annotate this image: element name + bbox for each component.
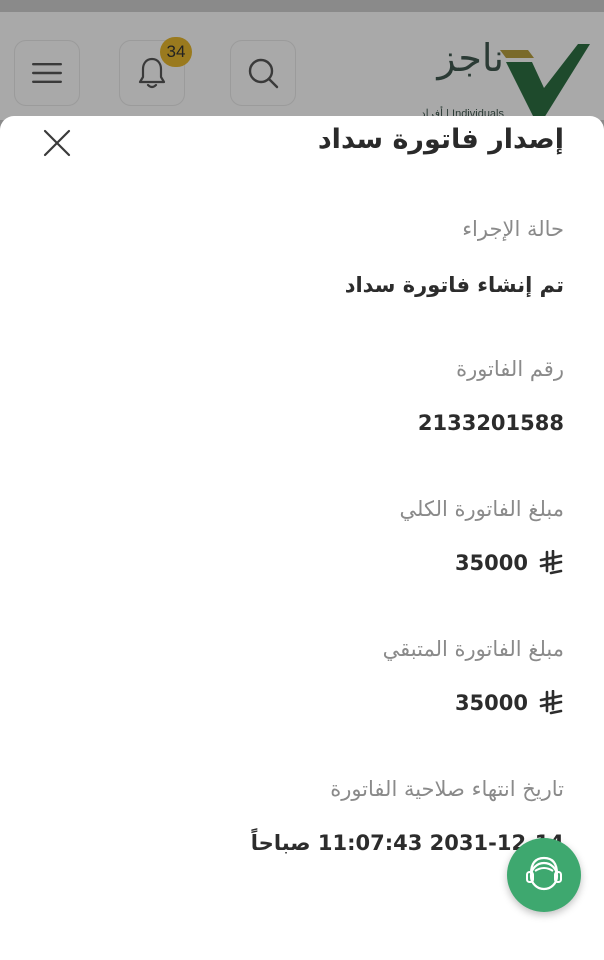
field-label: رقم الفاتورة: [456, 357, 564, 381]
close-icon: [43, 129, 71, 157]
invoice-bottom-sheet: إصدار فاتورة سداد حالة الإجراء تم إنشاء …: [0, 116, 604, 960]
field-value: 35000: [455, 548, 564, 578]
field-label: تاريخ انتهاء صلاحية الفاتورة: [330, 777, 564, 801]
hamburger-menu-icon: [32, 63, 62, 83]
field-label: مبلغ الفاتورة الكلي: [399, 497, 564, 521]
amount-value: 35000: [454, 691, 528, 715]
menu-button[interactable]: [14, 40, 80, 106]
najiz-check-logo-icon: [500, 44, 590, 118]
app-header: 34 ناجز أفراد | Individuals: [0, 12, 604, 120]
search-icon: [248, 58, 279, 89]
search-button[interactable]: [230, 40, 296, 106]
notification-count-badge: 34: [160, 37, 192, 67]
sheet-title: إصدار فاتورة سداد: [317, 124, 564, 155]
field-value: 35000: [455, 688, 564, 718]
amount-value: 35000: [454, 551, 528, 575]
close-button[interactable]: [40, 126, 74, 160]
field-value: 2133201588: [417, 411, 564, 435]
field-label: حالة الإجراء: [462, 217, 564, 241]
customer-support-icon: [526, 856, 562, 891]
saudi-riyal-icon: [538, 690, 564, 716]
support-chat-button[interactable]: [507, 838, 581, 912]
field-label: مبلغ الفاتورة المتبقي: [382, 637, 564, 661]
logo-brand: ناجز: [437, 36, 504, 80]
najiz-logo: ناجز أفراد | Individuals: [400, 34, 590, 126]
saudi-riyal-icon: [538, 550, 564, 576]
field-value: تم إنشاء فاتورة سداد: [344, 273, 564, 297]
